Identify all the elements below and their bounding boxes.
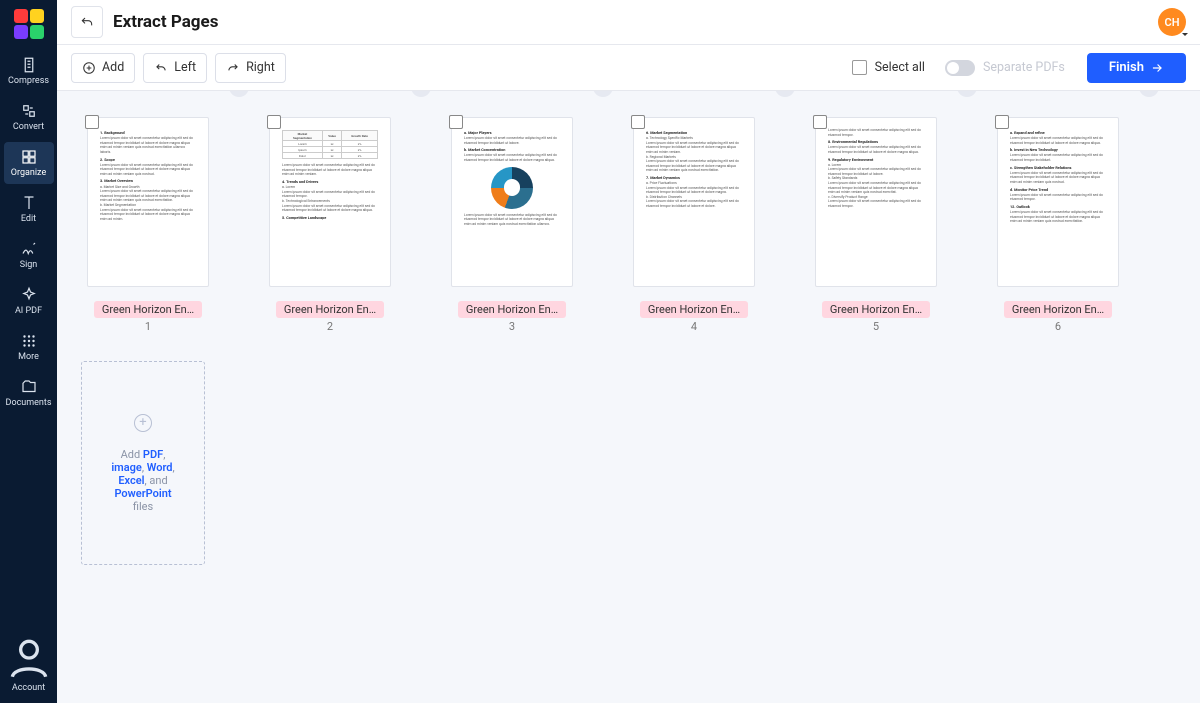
page-number: 1	[145, 320, 151, 333]
back-button[interactable]	[71, 6, 103, 38]
page-thumbnail[interactable]: Lorem ipsum dolor sit amet consectetur a…	[809, 117, 943, 333]
add-files-tile[interactable]: + Add PDF, image, Word, Excel, and Power…	[81, 361, 205, 565]
sidebar-item-label: Documents	[6, 398, 52, 408]
rotate-left-icon	[154, 61, 168, 75]
page-number: 4	[691, 320, 697, 333]
page-preview: 6. Market Segmentation a. Technology Spe…	[633, 117, 755, 287]
page-preview: MarketSegmentationValueGrowth Rate Lorem…	[269, 117, 391, 287]
page-thumbnail[interactable]: 6. Market Segmentation a. Technology Spe…	[627, 117, 761, 333]
page-filename: Green Horizon En…	[458, 301, 566, 318]
rotate-right-button[interactable]: Right	[215, 53, 286, 83]
sidebar-item-sign[interactable]: Sign	[4, 234, 54, 276]
page-filename: Green Horizon En…	[94, 301, 202, 318]
page-select-checkbox[interactable]	[631, 115, 645, 129]
page-filename: Green Horizon En…	[822, 301, 930, 318]
sidebar-item-label: Sign	[20, 260, 38, 270]
select-all-checkbox[interactable]: Select all	[852, 60, 925, 75]
arrow-right-icon	[1150, 61, 1164, 75]
sidebar-item-label: Organize	[11, 168, 46, 178]
sidebar-item-label: AI PDF	[15, 306, 42, 316]
page-preview: 1. Background Lorem ipsum dolor sit amet…	[87, 117, 209, 287]
sidebar-item-label: Compress	[8, 76, 49, 86]
finish-button[interactable]: Finish	[1087, 53, 1186, 83]
page-title: Extract Pages	[113, 12, 218, 32]
page-number: 3	[509, 320, 515, 333]
sidebar-item-label: Edit	[21, 214, 36, 224]
page-thumbnail[interactable]: a. Major Players Lorem ipsum dolor sit a…	[445, 117, 579, 333]
sidebar-item-label: Account	[12, 683, 45, 693]
insert-page-button[interactable]: +	[957, 91, 977, 97]
checkbox-icon	[852, 60, 867, 75]
page-thumbnail[interactable]: MarketSegmentationValueGrowth Rate Lorem…	[263, 117, 397, 333]
page-grid: 1. Background Lorem ipsum dolor sit amet…	[81, 117, 1176, 565]
sidebar: Compress Convert Organize Edit Sign AI P…	[0, 0, 57, 703]
sidebar-item-more[interactable]: More	[4, 326, 54, 368]
header: Extract Pages CH	[57, 0, 1200, 45]
page-select-checkbox[interactable]	[267, 115, 281, 129]
page-select-checkbox[interactable]	[813, 115, 827, 129]
sidebar-item-edit[interactable]: Edit	[4, 188, 54, 230]
page-preview: a. Major Players Lorem ipsum dolor sit a…	[451, 117, 573, 287]
insert-page-button[interactable]: +	[229, 91, 249, 97]
insert-page-button[interactable]: +	[1139, 91, 1159, 97]
avatar[interactable]: CH	[1158, 8, 1186, 36]
toggle-icon	[945, 60, 975, 76]
insert-page-button[interactable]: +	[775, 91, 795, 97]
page-select-checkbox[interactable]	[449, 115, 463, 129]
plus-circle-icon	[82, 61, 96, 75]
page-number: 5	[873, 320, 879, 333]
sidebar-item-documents[interactable]: Documents	[4, 372, 54, 414]
pie-chart	[491, 167, 533, 209]
sidebar-item-account[interactable]: Account	[4, 627, 54, 703]
page-select-checkbox[interactable]	[995, 115, 1009, 129]
sidebar-item-label: More	[18, 352, 39, 362]
page-filename: Green Horizon En…	[640, 301, 748, 318]
sidebar-item-ai-pdf[interactable]: AI PDF	[4, 280, 54, 322]
undo-icon	[79, 14, 95, 30]
main: Extract Pages CH Add Left Right Select a…	[57, 0, 1200, 703]
page-filename: Green Horizon En…	[1004, 301, 1112, 318]
insert-page-button[interactable]: +	[411, 91, 431, 97]
sidebar-item-label: Convert	[13, 122, 44, 132]
add-button[interactable]: Add	[71, 53, 135, 83]
sidebar-item-convert[interactable]: Convert	[4, 96, 54, 138]
page-number: 6	[1055, 320, 1061, 333]
sidebar-item-compress[interactable]: Compress	[4, 50, 54, 92]
rotate-left-button[interactable]: Left	[143, 53, 207, 83]
canvas: 1. Background Lorem ipsum dolor sit amet…	[57, 91, 1200, 703]
page-preview: Lorem ipsum dolor sit amet consectetur a…	[815, 117, 937, 287]
add-files-text: Add PDF, image, Word, Excel, and PowerPo…	[111, 448, 174, 513]
separate-pdfs-toggle: Separate PDFs	[945, 60, 1065, 76]
page-filename: Green Horizon En…	[276, 301, 384, 318]
page-thumbnail[interactable]: a. Expand and refine Lorem ipsum dolor s…	[991, 117, 1125, 333]
rotate-right-icon	[226, 61, 240, 75]
sidebar-item-organize[interactable]: Organize	[4, 142, 54, 184]
plus-circle-icon: +	[134, 414, 152, 432]
toolbar: Add Left Right Select all Separate PDFs …	[57, 45, 1200, 91]
page-thumbnail[interactable]: 1. Background Lorem ipsum dolor sit amet…	[81, 117, 215, 333]
app-logo[interactable]	[7, 8, 51, 40]
insert-page-button[interactable]: +	[593, 91, 613, 97]
page-select-checkbox[interactable]	[85, 115, 99, 129]
page-preview: a. Expand and refine Lorem ipsum dolor s…	[997, 117, 1119, 287]
page-number: 2	[327, 320, 333, 333]
